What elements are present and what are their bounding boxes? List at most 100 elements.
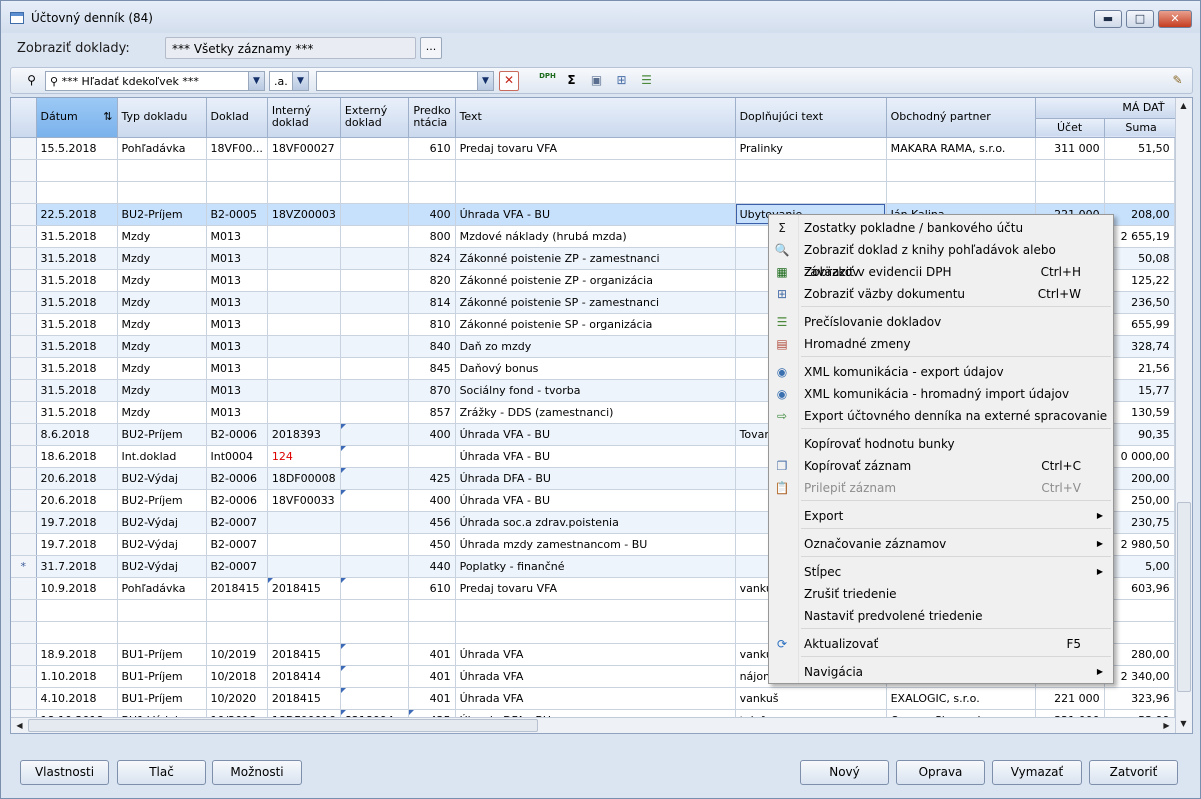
table-row[interactable] [11,181,1190,204]
cell-interny[interactable]: 2018415 [267,643,341,666]
sigma-icon[interactable]: Σ [563,72,580,89]
column-header-datum[interactable]: Dátum ⇅ [36,98,118,138]
cell-externy[interactable] [340,181,410,204]
cell-predkontacia[interactable]: 845 [408,357,456,380]
cell-doklad[interactable]: B2-0006 [206,423,268,446]
search-scope-combo[interactable]: ⚲ *** Hľadať kdekoľvek *** ▼ [45,71,265,91]
cell-predkontacia[interactable]: 425 [408,467,456,490]
cell-text[interactable]: Úhrada VFA - BU [455,489,736,512]
cell-text[interactable]: Úhrada VFA [455,643,736,666]
row-indicator[interactable] [11,621,37,644]
cell-suma[interactable]: 603,96 [1104,577,1175,600]
menu-item-4[interactable]: ⊞ Zobraziť väzby dokumentu Ctrl+W [769,283,1113,305]
cell-predkontacia[interactable] [408,621,456,644]
delete-button[interactable]: Vymazať [992,760,1082,785]
row-indicator[interactable] [11,687,37,710]
cell-datum[interactable]: 4.10.2018 [36,687,118,710]
cell-interny[interactable]: 18VF00027 [267,137,341,160]
cell-predkontacia[interactable]: 401 [408,643,456,666]
menu-item-19[interactable]: Navigácia ▶ [769,661,1113,683]
close-window-button[interactable]: ✕ [1158,10,1192,28]
match-mode-combo[interactable]: .a. ▼ [269,71,309,91]
cell-predkontacia[interactable]: 440 [408,555,456,578]
cell-text[interactable]: Predaj tovaru VFA [455,577,736,600]
row-indicator[interactable] [11,489,37,512]
menu-item-1[interactable]: Σ Zostatky pokladne / bankového účtu [769,217,1113,239]
column-header-doplnujuci[interactable]: Doplňujúci text [735,98,887,138]
cell-datum[interactable]: 8.6.2018 [36,423,118,446]
cell-interny[interactable] [267,621,341,644]
cell-text[interactable]: Zákonné poistenie SP - zamestnanci [455,291,736,314]
cell-typ[interactable]: BU2-Príjem [117,423,207,446]
cell-doklad[interactable]: M013 [206,313,268,336]
cell-externy[interactable] [340,137,410,160]
table-row[interactable]: 15.5.2018 Pohľadávka 18VF00... 18VF00027 610… [11,137,1190,160]
cell-text[interactable]: Zákonné poistenie ZP - organizácia [455,269,736,292]
cell-interny[interactable] [267,533,341,556]
cell-doklad[interactable] [206,181,268,204]
menu-item-14[interactable]: Označovanie záznamov ▶ [769,533,1113,555]
menu-item-18[interactable]: ⟳ Aktualizovať F5 [769,633,1113,655]
renumber-icon[interactable]: ☰ [638,72,655,89]
cell-datum[interactable]: 31.5.2018 [36,357,118,380]
cell-typ[interactable]: BU2-Výdaj [117,555,207,578]
cell-datum[interactable]: 1.10.2018 [36,665,118,688]
cell-suma[interactable]: 21,56 [1104,357,1175,380]
cell-predkontacia[interactable] [408,599,456,622]
cell-typ[interactable]: BU2-Výdaj [117,467,207,490]
cell-typ[interactable]: BU2-Výdaj [117,511,207,534]
cell-predkontacia[interactable]: 400 [408,489,456,512]
cell-externy[interactable] [340,247,410,270]
row-indicator[interactable] [11,577,37,600]
cell-externy[interactable] [340,423,410,446]
cell-datum[interactable]: 22.5.2018 [36,203,118,226]
cell-doplnujuci[interactable]: vankuš [735,687,887,710]
menu-item-15[interactable]: Stĺpec ▶ [769,561,1113,583]
cell-suma[interactable] [1104,599,1175,622]
cell-doklad[interactable] [206,599,268,622]
cell-datum[interactable]: 31.5.2018 [36,401,118,424]
cell-externy[interactable] [340,379,410,402]
menu-item-16[interactable]: Zrušiť triedenie [769,583,1113,605]
cell-externy[interactable] [340,269,410,292]
row-indicator[interactable] [11,357,37,380]
column-header-partner[interactable]: Obchodný partner [886,98,1036,138]
cell-predkontacia[interactable]: 610 [408,577,456,600]
cell-suma[interactable]: 328,74 [1104,335,1175,358]
cell-interny[interactable]: 124 [267,445,341,468]
cell-datum[interactable]: 15.5.2018 [36,137,118,160]
cell-predkontacia[interactable] [408,445,456,468]
cell-externy[interactable] [340,489,410,512]
cell-ucet[interactable] [1035,181,1105,204]
cell-doklad[interactable]: B2-0005 [206,203,268,226]
row-indicator[interactable] [11,291,37,314]
new-button[interactable]: Nový [800,760,889,785]
cell-text[interactable] [455,621,736,644]
cell-suma[interactable]: 50,08 [1104,247,1175,270]
cell-doklad[interactable]: B2-0006 [206,489,268,512]
cell-doklad[interactable]: M013 [206,291,268,314]
menu-item-12[interactable]: 📋 Prilepiť záznam Ctrl+V [769,477,1113,499]
table-row[interactable] [11,159,1190,182]
column-header-predkontacia[interactable]: Predko ntácia [408,98,456,138]
cell-predkontacia[interactable]: 857 [408,401,456,424]
cell-predkontacia[interactable]: 870 [408,379,456,402]
scroll-right-icon[interactable]: ▶ [1159,718,1174,733]
cell-text[interactable]: Úhrada DFA - BU [455,467,736,490]
cell-text[interactable]: Daň zo mzdy [455,335,736,358]
scroll-up-icon[interactable]: ▲ [1176,98,1191,113]
cell-suma[interactable]: 250,00 [1104,489,1175,512]
cell-suma[interactable]: 655,99 [1104,313,1175,336]
cell-doklad[interactable]: B2-0006 [206,467,268,490]
menu-item-10[interactable]: Kopírovať hodnotu bunky [769,433,1113,455]
cell-typ[interactable]: Mzdy [117,357,207,380]
cell-predkontacia[interactable]: 800 [408,225,456,248]
cell-suma[interactable]: 323,96 [1104,687,1175,710]
cell-interny[interactable] [267,247,341,270]
cell-suma[interactable]: 236,50 [1104,291,1175,314]
cell-externy[interactable] [340,445,410,468]
cell-datum[interactable] [36,159,118,182]
menu-item-6[interactable]: ▤ Hromadné zmeny [769,333,1113,355]
cell-externy[interactable] [340,467,410,490]
cell-datum[interactable]: 31.5.2018 [36,225,118,248]
